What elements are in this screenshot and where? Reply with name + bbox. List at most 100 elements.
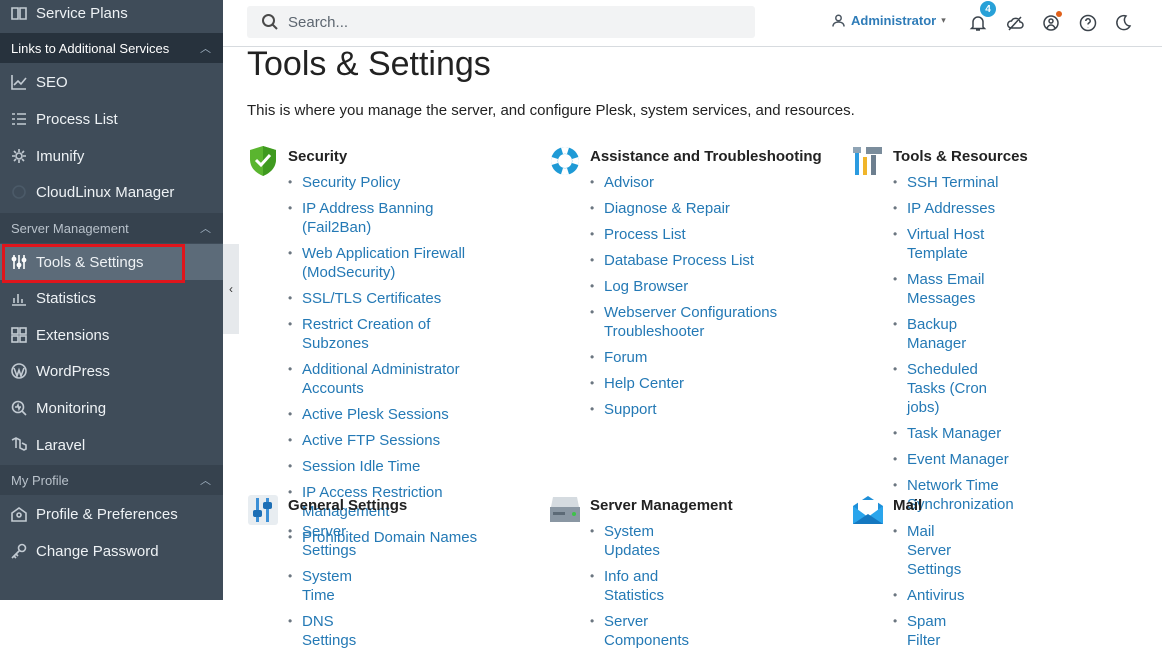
link-system-time[interactable]: System Time: [288, 567, 356, 605]
sidebar-item-change-password[interactable]: Change Password: [0, 533, 223, 569]
link-support[interactable]: Support: [590, 400, 790, 419]
sidebar-item-profile-preferences[interactable]: Profile & Preferences: [0, 496, 223, 532]
link-text[interactable]: Server Components: [604, 613, 689, 649]
link-text[interactable]: Help Center: [604, 375, 684, 392]
sidebar-collapse-button[interactable]: ‹: [223, 244, 239, 334]
link-ip-banning[interactable]: IP Address Banning (Fail2Ban): [288, 199, 478, 237]
link-text[interactable]: Process List: [604, 226, 686, 243]
link-text[interactable]: Spam Filter: [907, 613, 946, 649]
sidebar-item-label: Extensions: [36, 326, 110, 344]
link-text[interactable]: Forum: [604, 349, 647, 366]
section-my-profile[interactable]: My Profile ︿: [0, 465, 223, 495]
link-text[interactable]: Additional Administrator Accounts: [302, 361, 460, 397]
link-info-statistics[interactable]: Info and Statistics: [590, 567, 689, 605]
link-text[interactable]: Active FTP Sessions: [302, 432, 440, 449]
top-header: Administrator ▾ 4: [223, 0, 1162, 47]
user-menu[interactable]: Administrator ▾: [832, 13, 946, 28]
link-text[interactable]: IP Address Banning (Fail2Ban): [302, 200, 433, 236]
sidebar-item-statistics[interactable]: Statistics: [0, 280, 223, 316]
link-ssh-terminal[interactable]: SSH Terminal: [893, 173, 1014, 192]
link-idle-time[interactable]: Session Idle Time: [288, 457, 478, 476]
link-text[interactable]: SSH Terminal: [907, 174, 998, 191]
link-text[interactable]: Mail Server Settings: [907, 523, 961, 578]
link-webserver-troubleshooter[interactable]: Webserver Configurations Troubleshooter: [590, 303, 790, 341]
link-text[interactable]: Virtual Host Template: [907, 226, 984, 262]
link-text[interactable]: Info and Statistics: [604, 568, 664, 604]
link-text[interactable]: Antivirus: [907, 587, 965, 604]
link-text[interactable]: Server Settings: [302, 523, 356, 559]
group-title: Tools & Resources: [893, 148, 1028, 165]
link-restrict-subzones[interactable]: Restrict Creation of Subzones: [288, 315, 478, 353]
sidebar-item-laravel[interactable]: Laravel: [0, 427, 223, 463]
link-mail-server-settings[interactable]: Mail Server Settings: [893, 522, 965, 579]
link-admin-accounts[interactable]: Additional Administrator Accounts: [288, 360, 478, 398]
link-text[interactable]: Task Manager: [907, 425, 1001, 442]
link-event-manager[interactable]: Event Manager: [893, 450, 1014, 469]
link-server-settings[interactable]: Server Settings: [288, 522, 356, 560]
sidebar-item-imunify[interactable]: Imunify: [0, 138, 223, 174]
link-text[interactable]: DNS Settings: [302, 613, 356, 649]
link-plesk-sessions[interactable]: Active Plesk Sessions: [288, 405, 478, 424]
link-vhost-template[interactable]: Virtual Host Template: [893, 225, 1014, 263]
link-system-updates[interactable]: System Updates: [590, 522, 689, 560]
link-mass-email[interactable]: Mass Email Messages: [893, 270, 1014, 308]
link-text[interactable]: Support: [604, 401, 657, 418]
link-text[interactable]: Restrict Creation of Subzones: [302, 316, 430, 352]
sidebar-item-seo[interactable]: SEO: [0, 64, 223, 100]
link-scheduled-tasks[interactable]: Scheduled Tasks (Cron jobs): [893, 360, 1014, 417]
link-text[interactable]: Advisor: [604, 174, 654, 191]
link-text[interactable]: Event Manager: [907, 451, 1009, 468]
link-text[interactable]: Security Policy: [302, 174, 400, 191]
chevron-down-icon: ▾: [941, 15, 946, 25]
link-advisor[interactable]: Advisor: [590, 173, 790, 192]
section-server-management[interactable]: Server Management ︿: [0, 213, 223, 243]
link-task-manager[interactable]: Task Manager: [893, 424, 1014, 443]
sidebar-item-label: Process List: [36, 110, 118, 128]
sidebar-item-wordpress[interactable]: WordPress: [0, 353, 223, 389]
link-ssl-certs[interactable]: SSL/TLS Certificates: [288, 289, 478, 308]
sidebar-item-cloudlinux[interactable]: CloudLinux Manager: [0, 174, 223, 210]
link-diagnose-repair[interactable]: Diagnose & Repair: [590, 199, 790, 218]
link-spam-filter[interactable]: Spam Filter: [893, 612, 965, 650]
link-text[interactable]: Log Browser: [604, 278, 688, 295]
link-ip-addresses[interactable]: IP Addresses: [893, 199, 1014, 218]
chart-up-icon: [10, 73, 28, 91]
section-links-additional[interactable]: Links to Additional Services ︿: [0, 33, 223, 63]
help-button[interactable]: [1078, 13, 1098, 33]
link-text[interactable]: System Time: [302, 568, 352, 604]
link-text[interactable]: Web Application Firewall (ModSecurity): [302, 245, 465, 281]
link-forum[interactable]: Forum: [590, 348, 790, 367]
link-text[interactable]: Network Time Synchronization: [907, 477, 1014, 513]
search-input[interactable]: [288, 13, 708, 31]
link-text[interactable]: Session Idle Time: [302, 458, 420, 475]
sidebar-item-extensions[interactable]: Extensions: [0, 317, 223, 353]
link-security-policy[interactable]: Security Policy: [288, 173, 478, 192]
link-text[interactable]: Webserver Configurations Troubleshooter: [604, 304, 777, 340]
link-text[interactable]: System Updates: [604, 523, 660, 559]
link-text[interactable]: Mass Email Messages: [907, 271, 985, 307]
link-text[interactable]: Active Plesk Sessions: [302, 406, 449, 423]
cloud-button[interactable]: [1005, 13, 1025, 33]
link-text[interactable]: Database Process List: [604, 252, 754, 269]
sidebar-item-monitoring[interactable]: Monitoring: [0, 390, 223, 426]
link-text[interactable]: Scheduled Tasks (Cron jobs): [907, 361, 987, 416]
link-ftp-sessions[interactable]: Active FTP Sessions: [288, 431, 478, 450]
link-process-list[interactable]: Process List: [590, 225, 790, 244]
link-text[interactable]: Diagnose & Repair: [604, 200, 730, 217]
link-backup-manager[interactable]: Backup Manager: [893, 315, 1014, 353]
link-text[interactable]: IP Addresses: [907, 200, 995, 217]
link-dns-settings[interactable]: DNS Settings: [288, 612, 356, 650]
link-db-process-list[interactable]: Database Process List: [590, 251, 790, 270]
dark-mode-button[interactable]: [1113, 13, 1133, 33]
link-log-browser[interactable]: Log Browser: [590, 277, 790, 296]
link-server-components[interactable]: Server Components: [590, 612, 689, 650]
search-box[interactable]: [247, 6, 755, 38]
link-waf[interactable]: Web Application Firewall (ModSecurity): [288, 244, 478, 282]
sidebar-item-service-plans[interactable]: Service Plans: [0, 0, 223, 31]
link-text[interactable]: SSL/TLS Certificates: [302, 290, 441, 307]
link-text[interactable]: Backup Manager: [907, 316, 966, 352]
group-title: Security: [288, 148, 348, 165]
link-antivirus[interactable]: Antivirus: [893, 586, 965, 605]
link-help-center[interactable]: Help Center: [590, 374, 790, 393]
sidebar-item-process-list[interactable]: Process List: [0, 101, 223, 137]
